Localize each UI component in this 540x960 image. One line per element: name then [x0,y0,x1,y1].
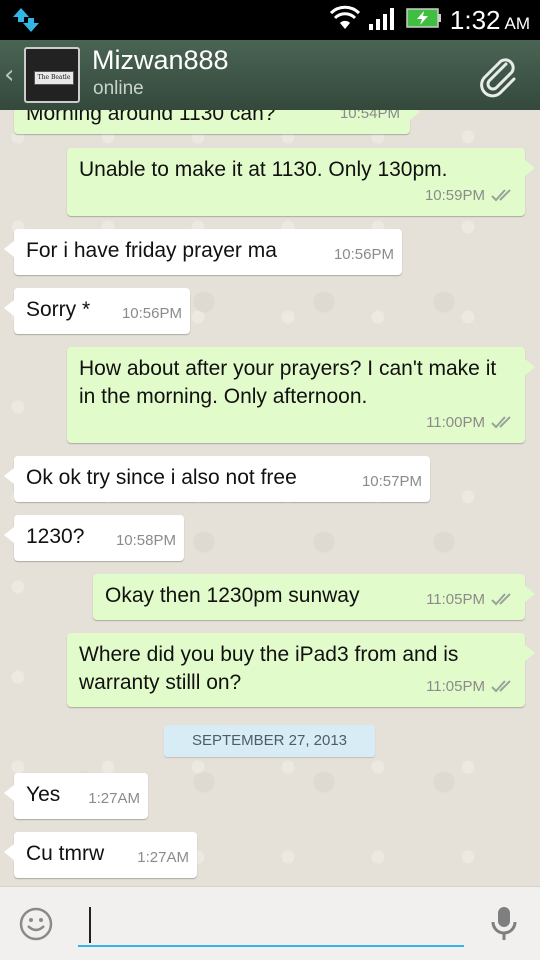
data-transfer-icon [12,6,40,38]
message-text: Ok ok try since i also not free [26,466,297,489]
contact-name: Mizwan888 [92,45,229,75]
double-check-icon [491,673,515,701]
message-time: 11:05PM [426,591,485,608]
message-time: 10:56PM [121,305,182,322]
message-input[interactable] [78,901,464,947]
message-text: How about after your prayers? I can't ma… [79,357,497,408]
clock-time: 1:32 [449,4,501,35]
text-cursor [89,907,91,943]
message-text: 1230? [26,525,85,548]
signal-icon [368,6,398,34]
message-text: For i have friday prayer ma [26,239,277,262]
paperclip-icon[interactable] [476,54,520,102]
date-separator: SEPTEMBER 27, 2013 [164,725,375,757]
double-check-icon [491,182,515,210]
message-time: 10:57PM [361,473,422,490]
smiley-icon[interactable] [18,906,54,946]
chat-area[interactable]: Morning around 1130 can? 10:54PM Unable … [0,110,540,886]
message-text: Okay then 1230pm sunway [105,584,360,607]
message-text: Unable to make it at 1130. Only 130pm. [79,158,448,181]
message-time: 1:27AM [137,849,189,866]
microphone-icon[interactable] [490,905,518,947]
message-outgoing[interactable]: Where did you buy the iPad3 from and is … [67,633,535,707]
message-outgoing[interactable]: Okay then 1230pm sunway 11:05PM [93,574,535,620]
message-outgoing[interactable]: Morning around 1130 can? 10:54PM [14,110,420,134]
chat-header[interactable]: ‹ The Beatle Mizwan888 online [0,40,540,110]
message-text: Morning around 1130 can? [26,110,276,125]
battery-charging-icon [406,7,442,33]
double-check-icon [491,586,515,614]
message-incoming[interactable]: 1230? 10:58PM [4,515,184,561]
message-text: Cu tmrw [26,842,105,865]
compose-bar [0,886,540,960]
message-incoming[interactable]: Ok ok try since i also not free 10:57PM [4,456,430,502]
message-time: 10:54PM [339,110,400,122]
message-time: 11:00PM [426,414,485,431]
wifi-icon [329,5,360,35]
message-outgoing[interactable]: Unable to make it at 1130. Only 130pm. 1… [67,148,535,216]
message-time: 10:59PM [424,187,485,204]
message-time: 10:58PM [115,532,176,549]
avatar-plate: The Beatle [34,71,74,85]
message-time: 10:56PM [333,246,394,263]
back-chevron-icon[interactable]: ‹ [4,60,14,90]
message-incoming[interactable]: Sorry * 10:56PM [4,288,190,334]
avatar[interactable]: The Beatle [24,47,80,103]
message-incoming[interactable]: Yes 1:27AM [4,773,148,819]
clock-ampm: AM [504,13,531,33]
message-text: Yes [26,783,61,806]
contact-status: online [93,78,144,99]
message-incoming[interactable]: For i have friday prayer ma 10:56PM [4,229,402,275]
double-check-icon [491,409,515,437]
status-bar: 1:32 AM [0,0,540,40]
message-text: Where did you buy the iPad3 from and is … [79,643,459,694]
message-outgoing[interactable]: How about after your prayers? I can't ma… [67,347,535,443]
message-incoming[interactable]: Cu tmrw 1:27AM [4,832,197,878]
message-time: 11:05PM [426,678,485,695]
message-text: Sorry * [26,298,91,321]
message-time: 1:27AM [88,790,140,807]
